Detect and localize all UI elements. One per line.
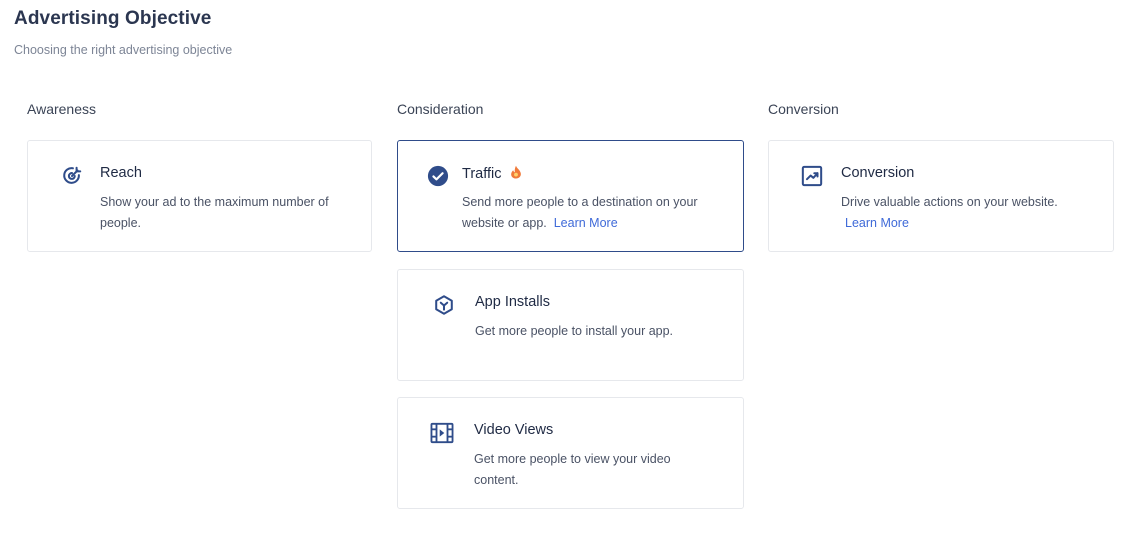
advertising-objective-page: Advertising Objective Choosing the right… [0, 0, 1140, 536]
description-line: Learn More [841, 213, 1058, 234]
column-heading-conversion: Conversion [768, 101, 839, 117]
learn-more-link[interactable]: Learn More [845, 216, 909, 230]
description-line: website or app. Learn More [462, 213, 698, 234]
target-plus-icon [60, 164, 84, 188]
check-circle-icon [426, 164, 450, 188]
card-description: Show your ad to the maximum number of pe… [100, 192, 329, 234]
description-text: website or app. [462, 216, 547, 230]
card-description: Get more people to view your video conte… [474, 449, 671, 491]
description-line: Drive valuable actions on your website. [841, 192, 1058, 213]
description-line: people. [100, 213, 329, 234]
cube-icon [432, 293, 456, 317]
objective-card-app-installs[interactable]: App Installs Get more people to install … [397, 269, 744, 381]
card-title: Reach [100, 165, 142, 181]
column-heading-consideration: Consideration [397, 101, 483, 117]
page-subtitle: Choosing the right advertising objective [14, 43, 232, 57]
card-description: Send more people to a destination on you… [462, 192, 698, 234]
objective-card-conversion[interactable]: Conversion Drive valuable actions on you… [768, 140, 1114, 252]
film-icon [430, 421, 454, 445]
objective-card-reach[interactable]: Reach Show your ad to the maximum number… [27, 140, 372, 252]
trending-chart-icon [800, 164, 824, 188]
card-title: Conversion [841, 165, 914, 181]
card-description: Get more people to install your app. [475, 321, 673, 342]
objective-card-traffic[interactable]: Traffic Send more people to a destinatio… [397, 140, 744, 252]
objective-card-video-views[interactable]: Video Views Get more people to view your… [397, 397, 744, 509]
page-title: Advertising Objective [14, 8, 211, 30]
card-title-text: Traffic [462, 166, 501, 182]
card-description: Drive valuable actions on your website. … [841, 192, 1058, 234]
fire-icon [510, 165, 522, 183]
description-line: Get more people to install your app. [475, 321, 673, 342]
card-title: App Installs [475, 294, 550, 310]
column-heading-awareness: Awareness [27, 101, 96, 117]
description-line: Send more people to a destination on you… [462, 192, 698, 213]
description-line: content. [474, 470, 671, 491]
learn-more-link[interactable]: Learn More [554, 216, 618, 230]
description-line: Show your ad to the maximum number of [100, 192, 329, 213]
description-line: Get more people to view your video [474, 449, 671, 470]
card-title: Traffic [462, 165, 522, 183]
card-title: Video Views [474, 422, 553, 438]
